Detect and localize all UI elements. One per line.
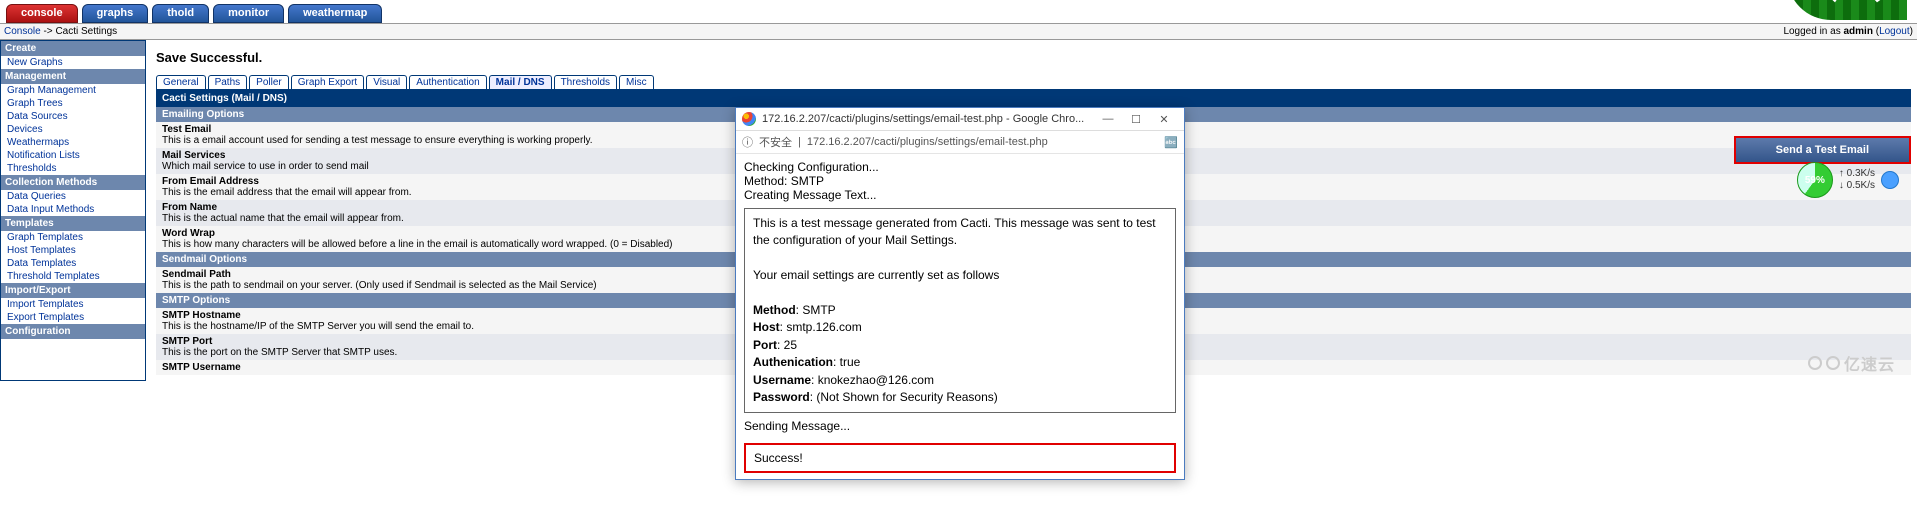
subtab-authentication[interactable]: Authentication bbox=[409, 75, 486, 89]
email-test-popup: 172.16.2.207/cacti/plugins/settings/emai… bbox=[735, 107, 1185, 480]
insecure-icon: ⓘ bbox=[742, 134, 753, 150]
sidebar-item-data-input-methods[interactable]: Data Input Methods bbox=[1, 203, 145, 216]
sidebar-item-data-sources[interactable]: Data Sources bbox=[1, 110, 145, 123]
sidebar-item-import-templates[interactable]: Import Templates bbox=[1, 298, 145, 311]
minimize-icon[interactable]: — bbox=[1094, 113, 1122, 125]
sidebar-item-new-graphs[interactable]: New Graphs bbox=[1, 56, 145, 69]
sidebar-head-configuration: Configuration bbox=[1, 324, 145, 339]
maximize-icon[interactable]: ☐ bbox=[1122, 113, 1150, 126]
sidebar-head-templates: Templates bbox=[1, 216, 145, 231]
subtab-misc[interactable]: Misc bbox=[619, 75, 654, 89]
panel-title: Cacti Settings (Mail / DNS) bbox=[156, 90, 1911, 107]
tab-graphs[interactable]: graphs bbox=[82, 4, 149, 23]
sidebar-head-create: Create bbox=[1, 41, 145, 56]
sidebar-item-notification-lists[interactable]: Notification Lists bbox=[1, 149, 145, 162]
sidebar-item-graph-management[interactable]: Graph Management bbox=[1, 84, 145, 97]
sidebar-item-devices[interactable]: Devices bbox=[1, 123, 145, 136]
subtab-poller[interactable]: Poller bbox=[249, 75, 289, 89]
popup-message-box: This is a test message generated from Ca… bbox=[744, 208, 1176, 413]
subtab-general[interactable]: General bbox=[156, 75, 206, 89]
logout-link[interactable]: Logout bbox=[1879, 26, 1910, 37]
popup-method-value: : SMTP bbox=[796, 303, 836, 317]
popup-pass-value: : (Not Shown for Security Reasons) bbox=[810, 390, 998, 404]
popup-host-label: Host bbox=[753, 320, 780, 334]
popup-msg1: This is a test message generated from Ca… bbox=[753, 215, 1167, 250]
subtab-graph-export[interactable]: Graph Export bbox=[291, 75, 364, 89]
sidebar-item-threshold-templates[interactable]: Threshold Templates bbox=[1, 270, 145, 283]
popup-method-label: Method bbox=[753, 303, 796, 317]
popup-line3: Creating Message Text... bbox=[744, 188, 1176, 202]
breadcrumb-sep: -> bbox=[41, 26, 56, 37]
login-user: admin bbox=[1844, 26, 1873, 37]
breadcrumb-console-link[interactable]: Console bbox=[4, 26, 41, 37]
watermark-text: 亿速云 bbox=[1844, 351, 1895, 375]
sidebar-item-data-queries[interactable]: Data Queries bbox=[1, 190, 145, 203]
breadcrumb-bar: Console -> Cacti Settings Logged in as a… bbox=[0, 23, 1917, 40]
page-title: Save Successful. bbox=[156, 46, 1911, 75]
close-icon[interactable]: ✕ bbox=[1150, 113, 1178, 126]
popup-user-label: Username bbox=[753, 373, 811, 387]
tab-thold[interactable]: thold bbox=[152, 4, 209, 23]
chrome-favicon-icon bbox=[742, 112, 756, 126]
sidebar-head-importexport: Import/Export bbox=[1, 283, 145, 298]
popup-pass-label: Password bbox=[753, 390, 810, 404]
popup-success-box: Success! bbox=[744, 443, 1176, 473]
popup-body: Checking Configuration... Method: SMTP C… bbox=[736, 154, 1184, 439]
popup-sending: Sending Message... bbox=[744, 419, 1176, 433]
watermark: 亿速云 bbox=[1808, 351, 1895, 375]
subtab-thresholds[interactable]: Thresholds bbox=[554, 75, 617, 89]
speed-down: ↓ 0.5K/s bbox=[1839, 180, 1875, 192]
subtab-mail-dns[interactable]: Mail / DNS bbox=[489, 75, 552, 89]
popup-msg2: Your email settings are currently set as… bbox=[753, 267, 1167, 284]
popup-port-label: Port bbox=[753, 338, 777, 352]
subtab-visual[interactable]: Visual bbox=[366, 75, 407, 89]
speed-up: ↑ 0.3K/s bbox=[1839, 168, 1875, 180]
sidebar-item-weathermaps[interactable]: Weathermaps bbox=[1, 136, 145, 149]
popup-line2: Method: SMTP bbox=[744, 174, 1176, 188]
popup-address-bar: ⓘ 不安全 | 172.16.2.207/cacti/plugins/setti… bbox=[736, 131, 1184, 154]
sidebar-item-graph-templates[interactable]: Graph Templates bbox=[1, 231, 145, 244]
sidebar-item-export-templates[interactable]: Export Templates bbox=[1, 311, 145, 324]
sidebar-item-graph-trees[interactable]: Graph Trees bbox=[1, 97, 145, 110]
breadcrumb-page: Cacti Settings bbox=[55, 26, 117, 37]
sidebar-head-collection: Collection Methods bbox=[1, 175, 145, 190]
sidebar-item-thresholds[interactable]: Thresholds bbox=[1, 162, 145, 175]
translate-icon[interactable]: 🔤 bbox=[1164, 136, 1178, 149]
speed-dial-icon: 59% bbox=[1797, 162, 1833, 198]
tab-console[interactable]: console bbox=[6, 4, 78, 23]
popup-url: 172.16.2.207/cacti/plugins/settings/emai… bbox=[807, 136, 1048, 148]
popup-host-value: : smtp.126.com bbox=[780, 320, 862, 334]
sidebar-item-host-templates[interactable]: Host Templates bbox=[1, 244, 145, 257]
sidebar: Create New Graphs Management Graph Manag… bbox=[0, 40, 146, 381]
speed-widget[interactable]: 59% ↑ 0.3K/s ↓ 0.5K/s bbox=[1797, 162, 1899, 198]
tab-monitor[interactable]: monitor bbox=[213, 4, 284, 23]
send-test-email-highlight: Send a Test Email bbox=[1734, 136, 1911, 164]
popup-user-value: : knokezhao@126.com bbox=[811, 373, 934, 387]
popup-window-title: 172.16.2.207/cacti/plugins/settings/emai… bbox=[762, 113, 1094, 125]
sidebar-item-data-templates[interactable]: Data Templates bbox=[1, 257, 145, 270]
speed-accel-icon[interactable] bbox=[1881, 171, 1899, 189]
watermark-logo-icon bbox=[1808, 356, 1822, 370]
send-test-email-button[interactable]: Send a Test Email bbox=[1736, 138, 1909, 162]
login-status: Logged in as admin (Logout) bbox=[1783, 26, 1913, 37]
popup-port-value: : 25 bbox=[777, 338, 797, 352]
sidebar-head-management: Management bbox=[1, 69, 145, 84]
sub-tabbar: General Paths Poller Graph Export Visual… bbox=[156, 75, 1911, 90]
login-prefix: Logged in as bbox=[1783, 26, 1843, 37]
tab-weathermap[interactable]: weathermap bbox=[288, 4, 382, 23]
popup-line1: Checking Configuration... bbox=[744, 160, 1176, 174]
top-tabbar: console graphs thold monitor weathermap bbox=[0, 0, 1917, 23]
popup-auth-label: Authenication bbox=[753, 355, 833, 369]
popup-titlebar[interactable]: 172.16.2.207/cacti/plugins/settings/emai… bbox=[736, 108, 1184, 131]
popup-auth-value: : true bbox=[833, 355, 860, 369]
subtab-paths[interactable]: Paths bbox=[208, 75, 248, 89]
insecure-label: 不安全 bbox=[759, 134, 792, 150]
breadcrumb: Console -> Cacti Settings bbox=[4, 26, 117, 37]
watermark-logo-icon-2 bbox=[1826, 356, 1840, 370]
